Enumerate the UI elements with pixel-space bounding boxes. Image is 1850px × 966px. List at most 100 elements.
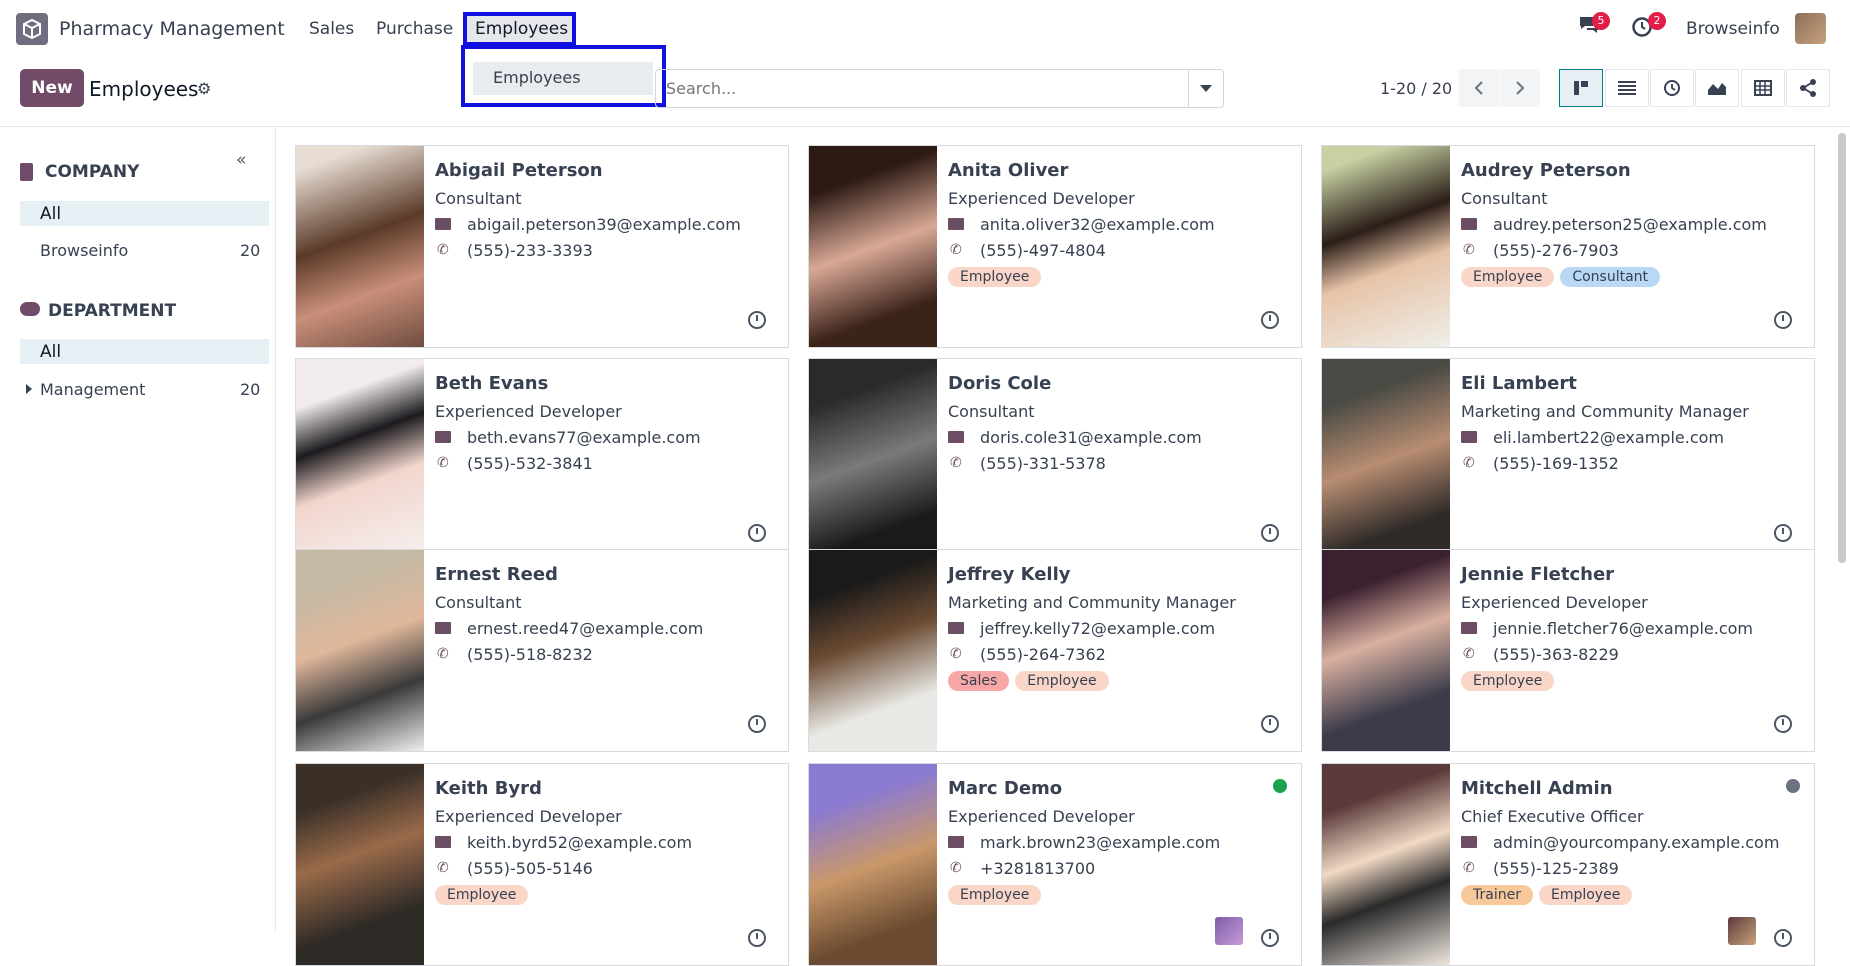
list-view-button[interactable] [1605,69,1649,107]
search-box [655,69,1224,108]
employee-card[interactable]: Audrey Peterson Consultant audrey.peterson… [1321,145,1815,348]
caret-down-icon [1200,84,1212,92]
gear-icon[interactable]: ⚙ [197,79,211,98]
phone-icon: ✆ [1463,646,1475,662]
employee-card[interactable]: Doris Cole Consultant doris.cole31@example… [808,358,1302,561]
nav-purchase[interactable]: Purchase [376,19,453,39]
employee-card[interactable]: Abigail Peterson Consultant abigail.peters… [295,145,789,348]
activity-clock-icon[interactable] [1261,311,1279,329]
graph-view-button[interactable] [1695,69,1739,107]
employee-tags: Employee [948,267,1042,287]
activities-badge: 2 [1648,12,1666,30]
company-filter-all[interactable]: All [20,201,269,226]
employee-email: ernest.reed47@example.com [467,619,704,638]
manager-avatar[interactable] [1215,917,1243,945]
activity-clock-icon[interactable] [748,524,766,542]
employee-tags: Employee [948,885,1042,905]
activity-clock-icon[interactable] [748,715,766,733]
employee-job-title: Experienced Developer [435,402,622,421]
employee-tags: Trainer Employee [1461,885,1633,905]
employee-card[interactable]: Mitchell Admin Chief Executive Officer adm… [1321,763,1815,966]
table-icon [1754,80,1772,96]
employee-name: Jeffrey Kelly [948,564,1071,585]
employee-card[interactable]: Jennie Fletcher Experienced Developer jenn… [1321,549,1815,752]
dropdown-item-employees[interactable]: Employees [473,62,653,95]
employee-job-title: Experienced Developer [948,189,1135,208]
nav-sales[interactable]: Sales [309,19,354,39]
employee-photo [809,359,937,560]
envelope-icon [435,622,451,634]
employee-card[interactable]: Beth Evans Experienced Developer beth.evan… [295,358,789,561]
activity-clock-icon[interactable] [1774,311,1792,329]
employee-card[interactable]: Keith Byrd Experienced Developer keith.byr… [295,763,789,966]
employee-photo [1322,146,1450,347]
company-filter-browseinfo[interactable]: Browseinfo [40,241,128,260]
envelope-icon [948,431,964,443]
employee-job-title: Consultant [435,189,522,208]
pager-value[interactable]: 1-20 / 20 [1380,79,1452,98]
scrollbar[interactable] [1838,133,1846,563]
app-logo-icon[interactable] [16,13,48,45]
user-avatar[interactable] [1795,13,1826,44]
hierarchy-view-button[interactable] [1786,69,1830,107]
employee-name: Anita Oliver [948,160,1069,181]
employee-name: Ernest Reed [435,564,558,585]
activity-clock-icon[interactable] [1774,524,1792,542]
presence-away-icon [1786,779,1800,793]
area-chart-icon [1708,83,1726,95]
new-button[interactable]: New [20,69,84,107]
activity-clock-icon[interactable] [748,311,766,329]
caret-right-icon[interactable] [26,384,32,394]
employee-tag: Employee [1015,671,1109,691]
phone-icon: ✆ [437,860,449,876]
messages-badge: 5 [1592,12,1610,30]
employee-email: admin@yourcompany.example.com [1493,833,1780,852]
employee-tag: Employee [948,267,1042,287]
activity-clock-icon[interactable] [1261,715,1279,733]
employee-job-title: Chief Executive Officer [1461,807,1644,826]
employee-tags: Sales Employee [948,671,1109,691]
search-input[interactable] [666,79,1186,98]
activity-clock-icon[interactable] [1774,715,1792,733]
department-filter-management[interactable]: Management [40,380,145,399]
search-options-toggle[interactable] [1188,70,1223,107]
employee-phone: +3281813700 [980,859,1096,878]
employee-tag: Trainer [1461,885,1533,905]
employee-phone: (555)-532-3841 [467,454,593,473]
employee-photo [296,146,424,347]
envelope-icon [948,622,964,634]
collapse-sidebar-icon[interactable]: « [236,150,246,170]
department-filter-all[interactable]: All [20,339,269,364]
manager-avatar[interactable] [1728,917,1756,945]
pager-next-button[interactable] [1500,69,1540,107]
kanban-view-button[interactable] [1559,69,1603,107]
envelope-icon [435,836,451,848]
nav-employees[interactable]: Employees [475,19,568,39]
phone-icon: ✆ [950,646,962,662]
employee-job-title: Marketing and Community Manager [1461,402,1749,421]
employees-dropdown-menu: Employees [461,45,666,107]
activity-clock-icon[interactable] [1261,524,1279,542]
employee-card[interactable]: Eli Lambert Marketing and Community Manag… [1321,358,1815,561]
employee-card[interactable]: Marc Demo Experienced Developer mark.brown… [808,763,1302,966]
company-heading: COMPANY [45,162,140,182]
employee-card[interactable]: Anita Oliver Experienced Developer anita.o… [808,145,1302,348]
employee-email: mark.brown23@example.com [980,833,1221,852]
employee-card[interactable]: Jeffrey Kelly Marketing and Community Man… [808,549,1302,752]
employee-card[interactable]: Ernest Reed Consultant ernest.reed47@examp… [295,549,789,752]
employee-photo [1322,550,1450,751]
pivot-view-button[interactable] [1741,69,1785,107]
phone-icon: ✆ [1463,860,1475,876]
activity-view-button[interactable] [1650,69,1694,107]
employee-name: Eli Lambert [1461,373,1577,394]
app-title[interactable]: Pharmacy Management [59,18,285,40]
envelope-icon [435,431,451,443]
employee-name: Beth Evans [435,373,549,394]
user-name[interactable]: Browseinfo [1686,19,1780,39]
envelope-icon [948,836,964,848]
department-filter-count: 20 [240,380,261,399]
phone-icon: ✆ [950,242,962,258]
employee-job-title: Experienced Developer [435,807,622,826]
pager-previous-button[interactable] [1459,69,1499,107]
employee-tags: Employee [435,885,529,905]
